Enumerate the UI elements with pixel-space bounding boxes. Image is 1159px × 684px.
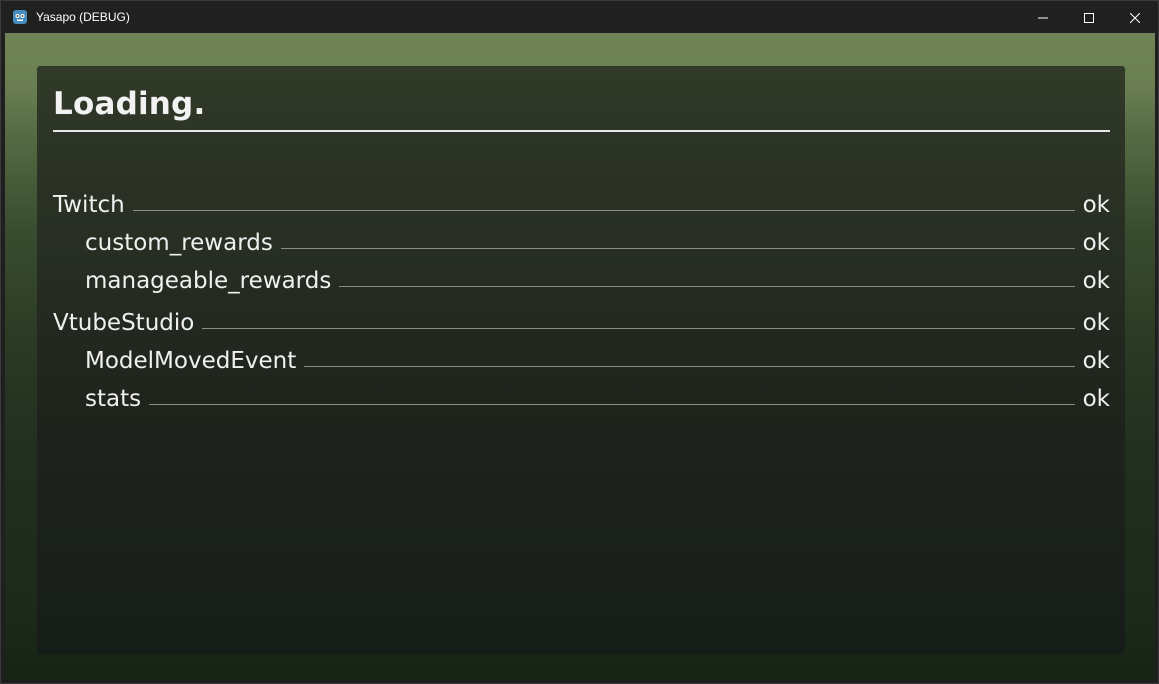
status-row-label: Twitch [53,192,125,218]
close-icon [1129,8,1141,27]
loading-heading: Loading. [53,86,206,122]
status-row-label: VtubeStudio [53,310,195,336]
status-row-leader [304,365,1075,367]
minimize-button[interactable] [1020,1,1066,33]
status-row-model-moved-event: ModelMovedEvent ok [85,346,1110,376]
status-row-leader [280,247,1075,249]
status-row-vtubestudio: VtubeStudio ok [53,308,1110,338]
app-window: Yasapo (DEBUG) Loading. Twitch ok custom… [0,0,1159,684]
status-row-value: ok [1082,310,1110,336]
status-row-label: custom_rewards [85,230,273,256]
status-row-manageable-rewards: manageable_rewards ok [85,266,1110,296]
status-row-twitch: Twitch ok [53,190,1110,220]
title-bar[interactable]: Yasapo (DEBUG) [1,1,1158,33]
close-button[interactable] [1112,1,1158,33]
maximize-button[interactable] [1066,1,1112,33]
status-row-value: ok [1082,348,1110,374]
status-row-label: stats [85,386,142,412]
status-row-custom-rewards: custom_rewards ok [85,228,1110,258]
status-row-leader [149,403,1075,405]
status-row-value: ok [1082,230,1110,256]
heading-divider [53,130,1110,132]
app-client-area: Loading. Twitch ok custom_rewards ok man… [5,33,1155,681]
status-row-leader [202,327,1075,329]
loading-panel: Loading. Twitch ok custom_rewards ok man… [37,66,1125,654]
status-row-label: ModelMovedEvent [85,348,297,374]
window-title: Yasapo (DEBUG) [36,10,130,24]
minimize-icon [1038,8,1048,27]
status-row-leader [339,285,1075,287]
status-row-label: manageable_rewards [85,268,332,294]
status-row-leader [132,209,1075,211]
app-icon [12,9,28,25]
status-row-value: ok [1082,268,1110,294]
window-controls [1020,1,1158,33]
status-row-stats: stats ok [85,384,1110,414]
status-row-value: ok [1082,192,1110,218]
status-row-value: ok [1082,386,1110,412]
maximize-icon [1084,8,1094,27]
